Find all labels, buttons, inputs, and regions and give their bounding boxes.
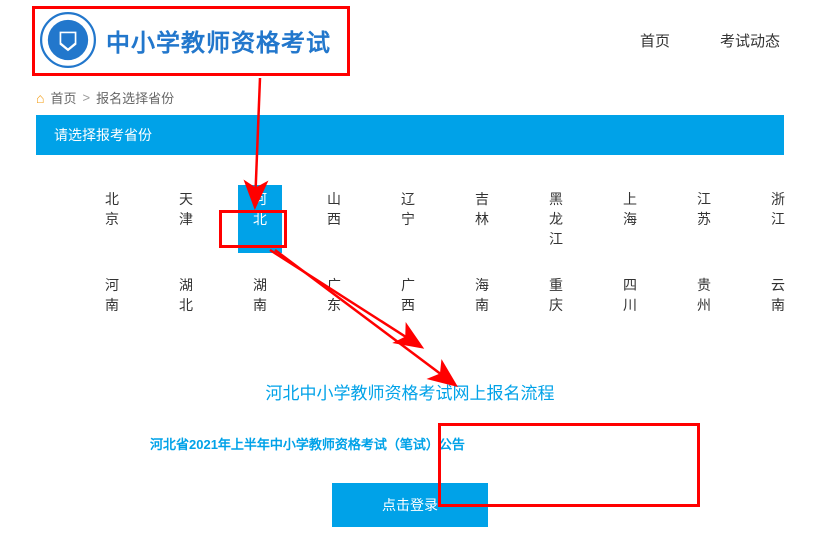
notice-link[interactable]: 河北省2021年上半年中小学教师资格考试（笔试）公告 xyxy=(150,434,820,453)
province-jiangsu[interactable]: 江苏 xyxy=(682,185,726,253)
province-beijing[interactable]: 北京 xyxy=(90,185,134,253)
province-henan[interactable]: 河南 xyxy=(90,271,134,319)
province-guizhou[interactable]: 贵州 xyxy=(682,271,726,319)
logo-area: 中小学教师资格考试 xyxy=(40,12,331,68)
province-jilin[interactable]: 吉林 xyxy=(460,185,504,253)
nav-home[interactable]: 首页 xyxy=(640,30,670,51)
home-icon: ⌂ xyxy=(36,90,44,106)
province-hunan[interactable]: 湖南 xyxy=(238,271,282,319)
header: 中小学教师资格考试 首页 考试动态 xyxy=(0,0,820,80)
province-sichuan[interactable]: 四川 xyxy=(608,271,652,319)
page-title: 河北中小学教师资格考试网上报名流程 xyxy=(0,379,820,404)
province-shanxi[interactable]: 山西 xyxy=(312,185,356,253)
nav: 首页 考试动态 xyxy=(640,30,790,51)
province-guangxi[interactable]: 广西 xyxy=(386,271,430,319)
province-row-1: 北京 天津 河北 山西 辽宁 吉林 黑龙江 上海 江苏 浙江 安 xyxy=(90,185,730,253)
province-list: 北京 天津 河北 山西 辽宁 吉林 黑龙江 上海 江苏 浙江 安 河南 湖北 湖… xyxy=(0,155,820,319)
province-guangdong[interactable]: 广东 xyxy=(312,271,356,319)
province-shanghai[interactable]: 上海 xyxy=(608,185,652,253)
nav-news[interactable]: 考试动态 xyxy=(720,30,780,51)
breadcrumb-home[interactable]: 首页 xyxy=(50,88,76,107)
breadcrumb: ⌂ 首页 > 报名选择省份 xyxy=(0,80,820,115)
province-tianjin[interactable]: 天津 xyxy=(164,185,208,253)
province-hebei[interactable]: 河北 xyxy=(238,185,282,253)
login-button[interactable]: 点击登录 xyxy=(332,483,488,527)
province-hubei[interactable]: 湖北 xyxy=(164,271,208,319)
breadcrumb-sep: > xyxy=(82,90,90,105)
province-chongqing[interactable]: 重庆 xyxy=(534,271,578,319)
site-title: 中小学教师资格考试 xyxy=(106,23,331,58)
login-area: 点击登录 xyxy=(0,483,820,527)
logo-icon xyxy=(40,12,96,68)
province-yunnan[interactable]: 云南 xyxy=(756,271,800,319)
province-zhejiang[interactable]: 浙江 xyxy=(756,185,800,253)
province-heilongjiang[interactable]: 黑龙江 xyxy=(534,185,578,253)
province-hainan[interactable]: 海南 xyxy=(460,271,504,319)
breadcrumb-current: 报名选择省份 xyxy=(96,88,174,107)
section-bar: 请选择报考省份 xyxy=(36,115,784,155)
province-row-2: 河南 湖北 湖南 广东 广西 海南 重庆 四川 贵州 云南 陕 xyxy=(90,271,730,319)
province-liaoning[interactable]: 辽宁 xyxy=(386,185,430,253)
